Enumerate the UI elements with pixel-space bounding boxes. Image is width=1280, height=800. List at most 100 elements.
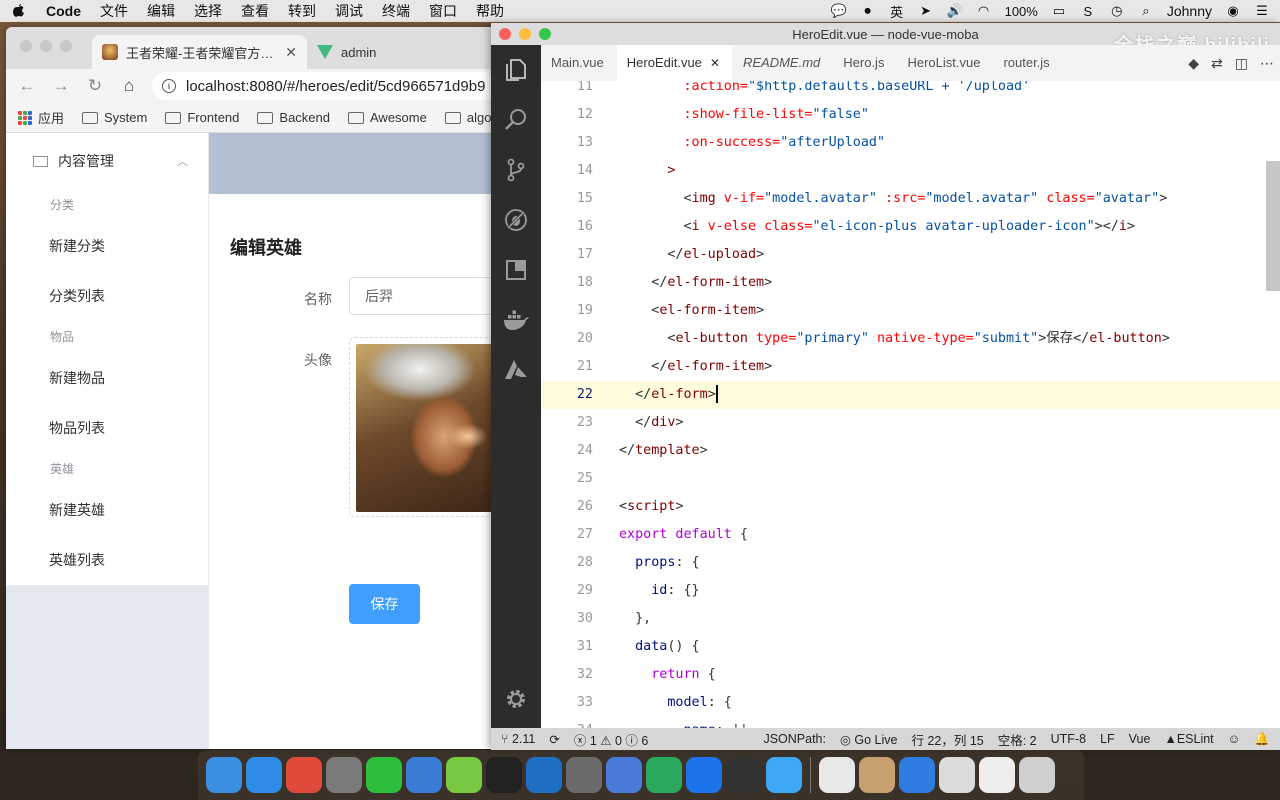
feedback-smiley-icon[interactable]: ☺ [1228,732,1241,746]
problems-summary[interactable]: ⓧ 1 ⚠ 0 ⓘ 6 [574,730,648,749]
code-line[interactable]: 29 id: {} [541,577,1280,605]
eslint-status[interactable]: ▲ESLint [1164,732,1213,746]
menu-app-name[interactable]: Code [46,3,81,19]
save-button[interactable]: 保存 [349,584,420,624]
code-editor[interactable]: 11 :action="$http.defaults.baseURL + '/u… [541,81,1280,728]
code-line[interactable]: 27 export default { [541,521,1280,549]
code-line[interactable]: 15 <img v-if="model.avatar" :src="model.… [541,185,1280,213]
menu-terminal[interactable]: 终端 [382,1,410,21]
menu-selection[interactable]: 选择 [194,1,222,21]
code-line[interactable]: 33 model: { [541,689,1280,717]
mindnode-icon[interactable] [446,757,482,793]
docker-icon[interactable] [491,295,541,345]
wps-icon[interactable] [899,757,935,793]
safari-icon[interactable] [246,757,282,793]
code-line[interactable]: 19 <el-form-item> [541,297,1280,325]
code-line[interactable]: 23 </div> [541,409,1280,437]
vpn-icon[interactable] [646,757,682,793]
xcode-icon[interactable] [406,757,442,793]
teamviewer-icon[interactable] [686,757,722,793]
tab-main-vue[interactable]: Main.vue [541,45,617,81]
textedit-icon[interactable] [819,757,855,793]
sidebar-item-hero-list[interactable]: 英雄列表 [6,535,208,585]
end-of-line[interactable]: LF [1100,732,1115,746]
wechat-icon[interactable] [366,757,402,793]
minimize-window-button[interactable] [519,28,531,40]
code-line[interactable]: 13 :on-success="afterUpload" [541,129,1280,157]
azure-icon[interactable] [491,345,541,395]
tab-herolist-vue[interactable]: HeroList.vue [897,45,994,81]
code-line[interactable]: 24 </template> [541,437,1280,465]
archive-icon[interactable] [859,757,895,793]
git-branch[interactable]: ⑂ 2.11 [501,732,535,746]
more-actions-icon[interactable]: ⋯ [1260,55,1274,72]
sidebar-item-new-item[interactable]: 新建物品 [6,353,208,403]
volume-icon[interactable]: 🔊 [947,3,963,18]
bookmark-apps[interactable]: 应用 [18,108,64,127]
menu-go[interactable]: 转到 [288,1,316,21]
home-icon[interactable]: ⌂ [118,76,140,96]
close-window-button[interactable] [20,40,32,52]
code-line[interactable]: 12 :show-file-list="false" [541,101,1280,129]
code-line[interactable]: 18 </el-form-item> [541,269,1280,297]
spotlight-search-icon[interactable]: ⌕ [1138,3,1154,18]
search-icon[interactable] [491,95,541,145]
code-line[interactable]: 11 :action="$http.defaults.baseURL + '/u… [541,81,1280,101]
language-mode[interactable]: Vue [1129,732,1151,746]
code-line[interactable]: 25 [541,465,1280,493]
siri-icon[interactable]: ◉ [1225,3,1241,18]
bookmark-backend[interactable]: Backend [257,110,330,125]
clock-icon[interactable]: ◷ [1109,3,1125,18]
code-line[interactable]: 20 <el-button type="primary" native-type… [541,325,1280,353]
input-method-icon[interactable]: 英 [889,4,905,20]
menu-debug[interactable]: 调试 [335,1,363,21]
menu-content-management[interactable]: 内容管理 ︿ [6,133,208,189]
code-line[interactable]: 14 > [541,157,1280,185]
menu-file[interactable]: 文件 [100,1,128,21]
screen-record-icon[interactable]: ⏺ [860,3,876,18]
open-changes-icon[interactable]: ◆ [1188,55,1199,72]
extensions-icon[interactable] [491,245,541,295]
code-line[interactable]: 31 data() { [541,633,1280,661]
compare-icon[interactable]: ⇄ [1211,55,1223,72]
menu-window[interactable]: 窗口 [429,1,457,21]
go-live-button[interactable]: ◎ Go Live [840,732,897,747]
notifications-bell-icon[interactable]: 🔔 [1254,732,1270,747]
tab-router-js[interactable]: router.js [993,45,1063,81]
notification-center-icon[interactable]: ☰ [1254,3,1270,18]
sidebar-item-category-list[interactable]: 分类列表 [6,271,208,321]
site-info-icon[interactable]: i [162,79,176,93]
settings-gear-icon[interactable] [491,674,541,724]
code-line[interactable]: 21 </el-form-item> [541,353,1280,381]
preview-icon[interactable] [939,757,975,793]
explorer-icon[interactable] [491,45,541,95]
stocks-icon[interactable] [726,757,762,793]
avatar-uploader[interactable] [349,337,506,517]
bookmark-algo[interactable]: algo [444,110,491,125]
close-tab-icon[interactable]: ✕ [710,56,720,70]
address-bar[interactable]: i localhost:8080/#/heroes/edit/5cd966571… [152,72,496,100]
indentation[interactable]: 空格: 2 [998,730,1037,749]
screenshot-icon[interactable] [979,757,1015,793]
bookmark-awesome[interactable]: Awesome [348,110,427,125]
sidebar-item-new-hero[interactable]: 新建英雄 [6,485,208,535]
json-path[interactable]: JSONPath: [763,732,826,746]
chrome-tab-admin[interactable]: admin [307,35,386,69]
sidebar-item-item-list[interactable]: 物品列表 [6,403,208,453]
terminal-icon[interactable] [486,757,522,793]
minimize-window-button[interactable] [40,40,52,52]
close-tab-icon[interactable]: ✕ [285,44,297,61]
code-line[interactable]: 16 <i v-else class="el-icon-plus avatar-… [541,213,1280,241]
forward-arrow-icon[interactable]: → [50,76,72,96]
trash-icon[interactable] [1019,757,1055,793]
battery-percent[interactable]: 100% [1005,4,1038,19]
photo-icon[interactable] [566,757,602,793]
scroll-reverser-icon[interactable]: S [1080,4,1096,19]
finder-icon[interactable] [206,757,242,793]
reload-icon[interactable]: ↻ [84,76,106,96]
bookmark-frontend[interactable]: Frontend [165,110,239,125]
sync-icon[interactable]: ⟳ [549,732,559,747]
feishu-icon[interactable] [766,757,802,793]
code-line[interactable]: 17 </el-upload> [541,241,1280,269]
source-control-icon[interactable] [491,145,541,195]
